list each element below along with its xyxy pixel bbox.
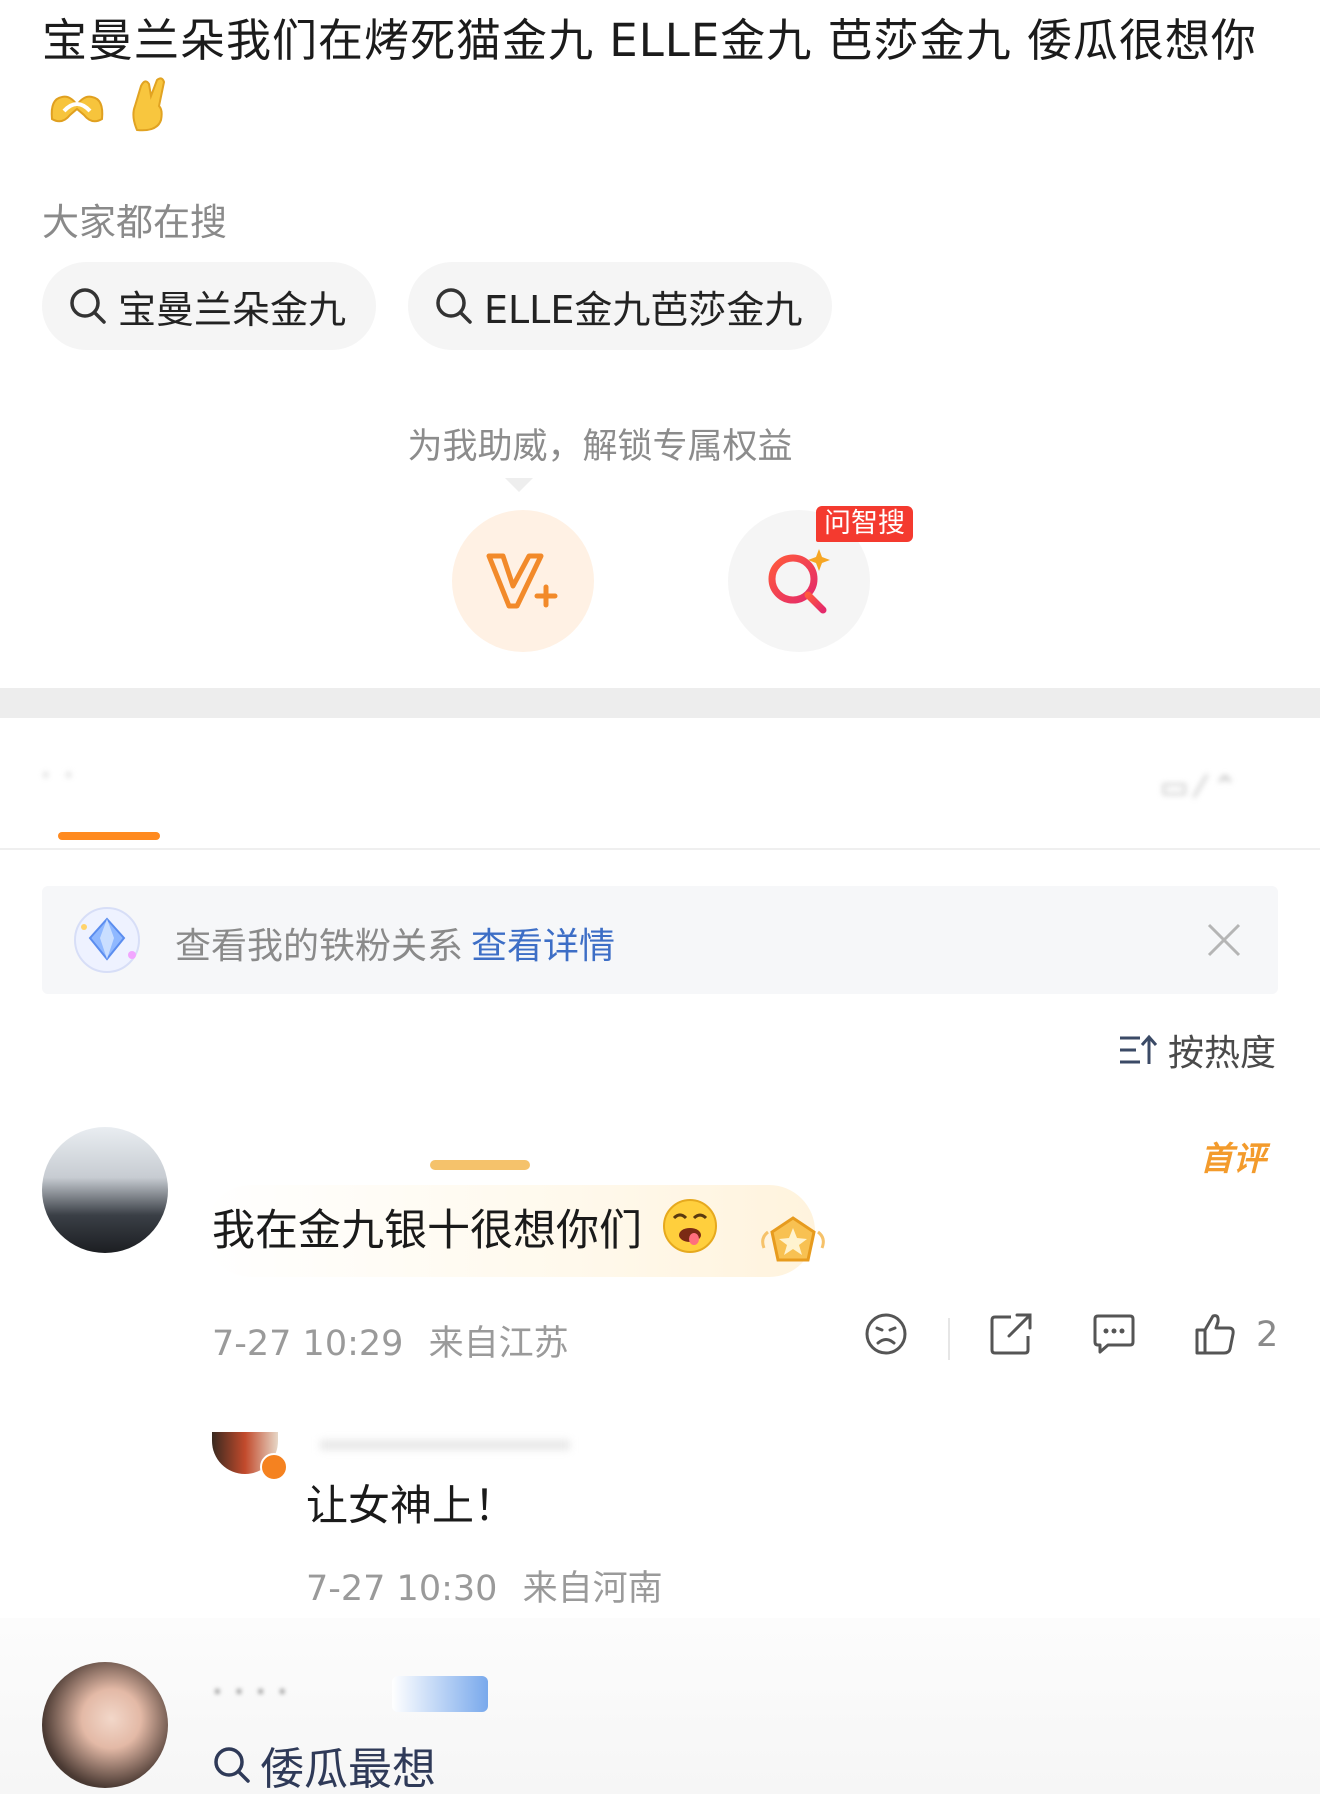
fan-medal-icon — [758, 1212, 828, 1276]
search-chip-label: ELLE金九芭莎金九 — [484, 287, 803, 332]
dislike-button[interactable] — [864, 1312, 908, 1356]
reply-button[interactable] — [1092, 1312, 1136, 1356]
comment-time: 7-27 10:29 — [212, 1324, 404, 1364]
username-blurred[interactable] — [430, 1160, 530, 1170]
share-button[interactable] — [989, 1312, 1033, 1356]
search-icon — [214, 1747, 250, 1783]
like-button[interactable] — [1193, 1312, 1237, 1356]
inline-search-text: 倭瓜最想 — [260, 1744, 436, 1795]
comment-text: 我在金九银十很想你们 — [212, 1206, 642, 1256]
comment-location: 来自江苏 — [428, 1324, 569, 1364]
next-comment-area — [0, 1618, 1320, 1794]
sad-face-icon — [865, 1313, 907, 1355]
support-label: 为我助威，解锁专属权益 — [407, 427, 793, 467]
avatar[interactable] — [42, 1127, 168, 1253]
sort-icon — [1120, 1034, 1158, 1064]
search-chip-label: 宝曼兰朵金九 — [118, 287, 347, 332]
hot-search-title: 大家都在搜 — [42, 201, 227, 244]
reply-text: 让女神上！ — [306, 1481, 517, 1530]
comment-icon — [1093, 1314, 1135, 1354]
ask-zhisou-badge: 问智搜 — [816, 506, 913, 542]
share-icon — [990, 1313, 1032, 1355]
reply-location: 来自河南 — [522, 1569, 663, 1609]
search-chip-1[interactable]: 宝曼兰朵金九 — [42, 262, 377, 350]
v-plus-button[interactable] — [452, 510, 594, 652]
sort-button[interactable]: 按热度 — [1118, 1024, 1276, 1076]
reply-time: 7-27 10:30 — [306, 1569, 498, 1609]
search-chip-2[interactable]: ELLE金九芭莎金九 — [408, 262, 833, 350]
tab-underline — [0, 848, 1320, 850]
action-separator — [948, 1318, 950, 1360]
avatar[interactable] — [42, 1662, 168, 1788]
level-badge — [392, 1676, 488, 1712]
comments-tab[interactable]: · · — [40, 755, 74, 796]
fan-relation-link[interactable]: 查看详情 — [471, 917, 615, 969]
reply-meta: 7-27 10:30 来自河南 — [306, 1560, 663, 1611]
tooltip-pointer — [505, 478, 533, 492]
section-divider — [0, 688, 1320, 718]
comment-meta: 7-27 10:29 来自江苏 — [212, 1315, 569, 1366]
search-icon — [436, 288, 472, 324]
reply-username-blurred[interactable] — [320, 1440, 570, 1450]
diamond-icon — [72, 905, 142, 975]
verified-badge-icon — [260, 1453, 288, 1481]
v-plus-icon — [486, 553, 558, 609]
fan-relation-text: 查看我的铁粉关系 — [175, 926, 464, 967]
username-blurred[interactable]: · · · · — [212, 1672, 288, 1712]
inline-search-link[interactable]: 倭瓜最想 — [212, 1733, 436, 1797]
close-icon[interactable] — [1206, 922, 1242, 962]
crossed-fingers-emoji-icon — [127, 76, 171, 152]
active-tab-indicator — [58, 832, 160, 840]
sort-label: 按热度 — [1168, 1033, 1277, 1074]
heart-hands-emoji-icon — [48, 79, 106, 149]
drooling-face-emoji-icon — [662, 1198, 718, 1258]
ai-search-icon — [768, 549, 830, 614]
like-count: 2 — [1256, 1315, 1279, 1355]
post-text: 宝曼兰朵我们在烤死猫金九 ELLE金九 芭莎金九 倭瓜很想你 — [42, 6, 1272, 152]
first-comment-badge: 首评 — [1200, 1139, 1266, 1178]
search-icon — [70, 288, 106, 324]
thumbs-up-icon — [1195, 1314, 1235, 1355]
post-body: 宝曼兰朵我们在烤死猫金九 ELLE金九 芭莎金九 倭瓜很想你 — [42, 14, 1257, 67]
tab-right-item[interactable]: ▭ ⁄ ⌃ — [1160, 770, 1238, 805]
